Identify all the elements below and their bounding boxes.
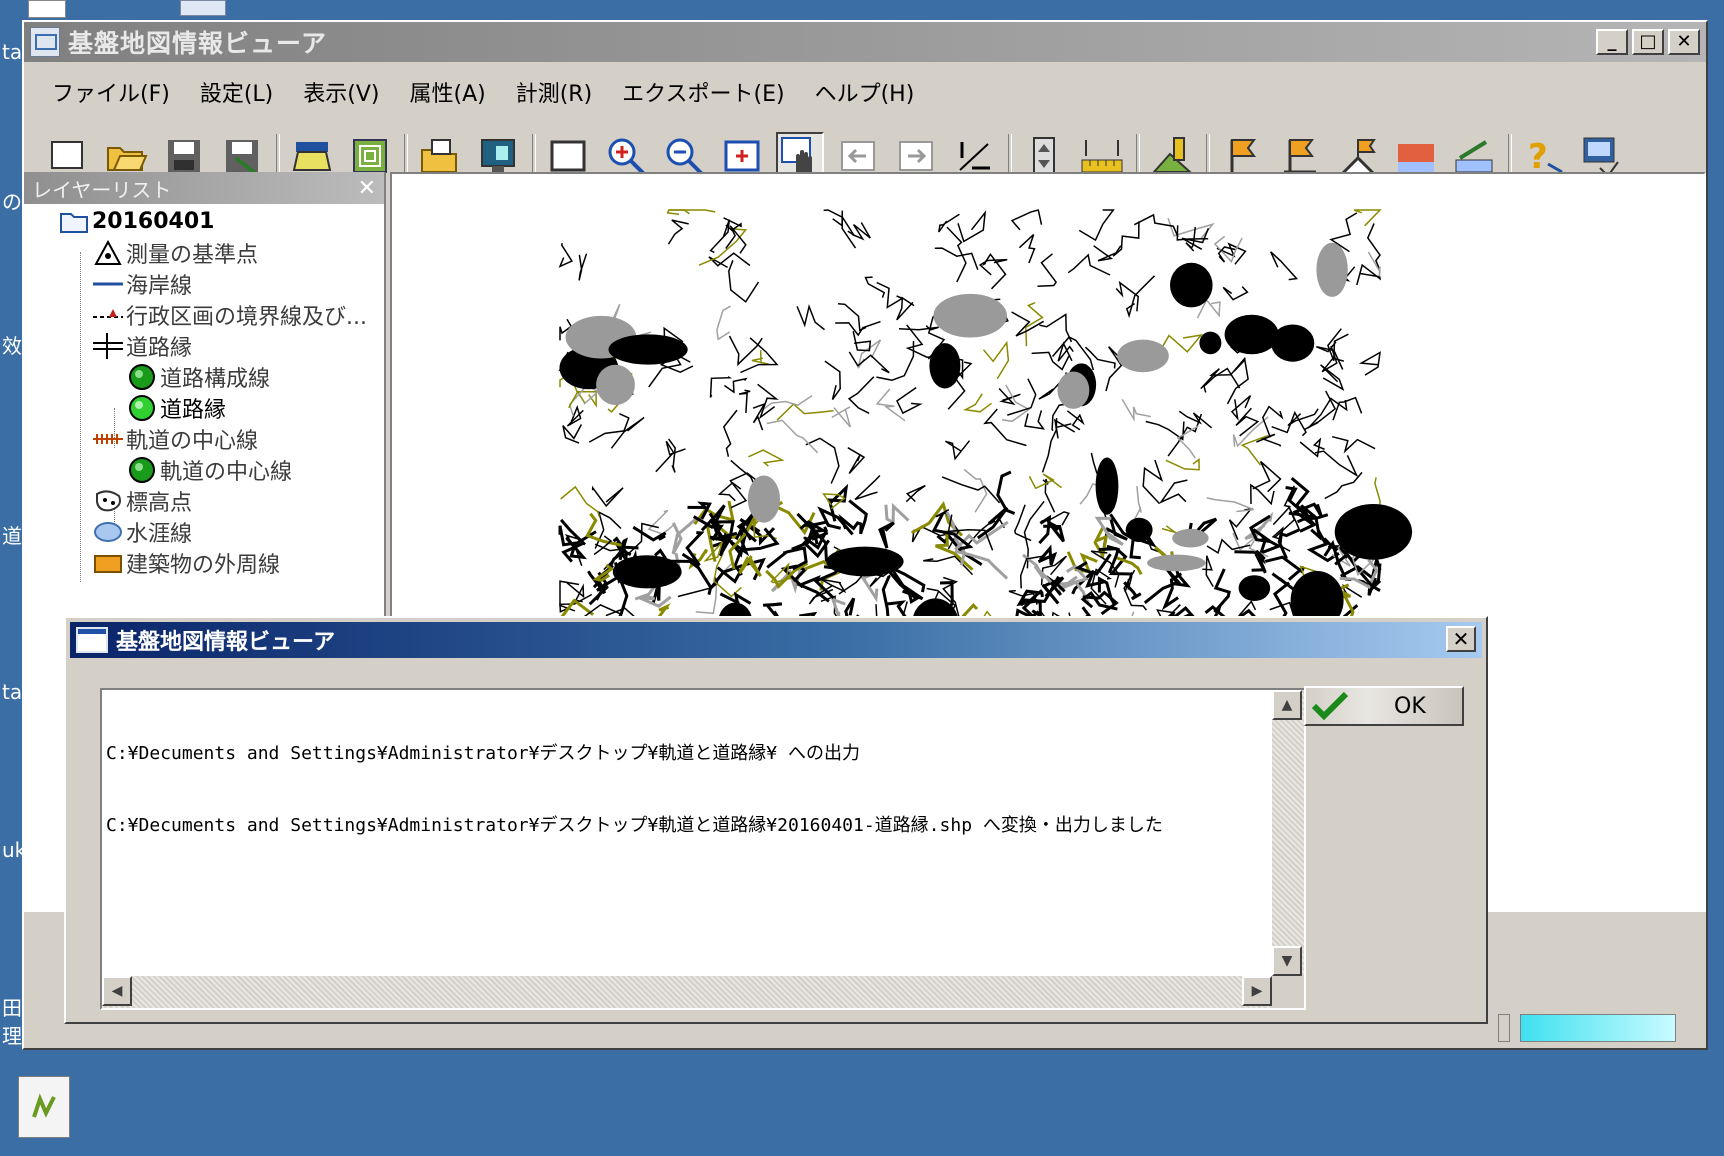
- layer-item[interactable]: 道路縁: [126, 393, 226, 423]
- layer-item[interactable]: 水涯線: [92, 517, 192, 547]
- dialog-message-line: C:¥Decuments and Settings¥Administrator¥…: [106, 815, 1163, 836]
- layer-panel-title: レイヤーリスト: [32, 177, 172, 202]
- layer-item[interactable]: 軌道の中心線: [92, 424, 258, 454]
- waterline-icon: [92, 518, 124, 546]
- desktop-app-icon[interactable]: [18, 1076, 70, 1138]
- dialog-title: 基盤地図情報ビューア: [116, 630, 336, 655]
- menu-export[interactable]: エクスポート(E): [622, 76, 784, 108]
- admin-boundary-icon: [92, 301, 124, 329]
- message-dialog: 基盤地図情報ビューア ✕ C:¥Decuments and Settings¥A…: [64, 616, 1488, 1024]
- dialog-message-lines: C:¥Decuments and Settings¥Administrator¥…: [106, 694, 1270, 886]
- layer-label: 水涯線: [126, 522, 193, 547]
- dialog-close-button[interactable]: ✕: [1446, 626, 1476, 652]
- status-panel: [1498, 1014, 1510, 1042]
- scroll-left-icon[interactable]: ◀: [102, 976, 132, 1006]
- desktop-shortcut-icon[interactable]: [28, 0, 66, 18]
- layer-label: 海岸線: [126, 274, 193, 299]
- survey-point-icon: [92, 239, 124, 267]
- layer-item[interactable]: 標高点: [92, 486, 192, 516]
- layer-label: 軌道の中心線: [126, 429, 259, 454]
- layer-label: 建築物の外周線: [126, 553, 281, 578]
- menu-file[interactable]: ファイル(F): [52, 76, 170, 108]
- layer-item[interactable]: 道路縁: [92, 331, 192, 361]
- menu-help[interactable]: ヘルプ(H): [815, 76, 915, 108]
- layer-panel-header: レイヤーリスト ✕: [24, 172, 384, 204]
- ok-button[interactable]: OK: [1304, 686, 1464, 726]
- layer-root-label: 20160401: [92, 208, 215, 234]
- close-button[interactable]: ✕: [1668, 29, 1700, 55]
- scroll-down-icon[interactable]: ▼: [1272, 946, 1302, 976]
- tree-connector: [80, 252, 81, 582]
- maximize-button[interactable]: □: [1632, 29, 1664, 55]
- coastline-icon: [92, 270, 124, 298]
- desktop-side-strip: ta の 效 道 ta uk 田 理: [0, 0, 26, 1156]
- layer-label: 道路縁: [126, 336, 193, 361]
- desktop-glyph: 理: [2, 1024, 22, 1048]
- main-titlebar[interactable]: 基盤地図情報ビューア _ □ ✕: [24, 22, 1706, 62]
- desktop-glyph: 田: [2, 996, 22, 1020]
- layer-item[interactable]: 道路構成線: [126, 362, 270, 392]
- menu-view[interactable]: 表示(V): [303, 76, 379, 108]
- layer-label: 行政区画の境界線及び...: [126, 305, 367, 330]
- road-edge-icon: [92, 332, 124, 360]
- scroll-right-icon[interactable]: ▶: [1242, 976, 1272, 1006]
- layer-label: 測量の基準点: [126, 243, 259, 268]
- layer-panel-close-icon[interactable]: ✕: [358, 176, 376, 201]
- dialog-titlebar[interactable]: 基盤地図情報ビューア ✕: [70, 622, 1482, 658]
- layer-item[interactable]: 建築物の外周線: [92, 548, 280, 578]
- window-title: 基盤地図情報ビューア: [68, 29, 328, 58]
- layer-label: 標高点: [126, 491, 193, 516]
- menu-attribute[interactable]: 属性(A): [409, 76, 485, 108]
- menu-measure[interactable]: 計測(R): [516, 76, 592, 108]
- railway-icon: [92, 425, 124, 453]
- layer-item[interactable]: 行政区画の境界線及び...: [92, 300, 367, 330]
- layer-label: 軌道の中心線: [160, 460, 293, 485]
- desktop-shortcut-icon[interactable]: [180, 0, 226, 16]
- green-dot-icon: [126, 363, 158, 391]
- desktop-glyph: ta: [2, 40, 23, 64]
- scroll-up-icon[interactable]: ▲: [1272, 690, 1302, 720]
- folder-icon: [58, 207, 90, 235]
- desktop-glyph: ta: [2, 680, 23, 704]
- horizontal-scrollbar[interactable]: ◀ ▶: [102, 976, 1272, 1008]
- app-icon: [30, 27, 60, 57]
- ok-button-label: OK: [1394, 693, 1426, 719]
- building-icon: [92, 549, 124, 577]
- window-icon: [76, 627, 108, 653]
- svg-text:?: ?: [1528, 137, 1548, 177]
- layer-label: 道路構成線: [160, 367, 271, 392]
- elevation-point-icon: [92, 487, 124, 515]
- minimize-button[interactable]: _: [1596, 29, 1628, 55]
- desktop-glyph: 效: [2, 334, 22, 358]
- menubar: ファイル(F) 設定(L) 表示(V) 属性(A) 計測(R) エクスポート(E…: [24, 70, 1706, 114]
- desktop-glyph: 道: [2, 524, 22, 548]
- dialog-message-box[interactable]: C:¥Decuments and Settings¥Administrator¥…: [100, 688, 1306, 1010]
- green-dot-icon: [126, 394, 158, 422]
- layer-item[interactable]: 軌道の中心線: [126, 455, 292, 485]
- menu-settings[interactable]: 設定(L): [200, 76, 273, 108]
- check-icon: [1311, 691, 1349, 721]
- vertical-scrollbar[interactable]: ▲ ▼: [1272, 690, 1304, 976]
- layer-label: 道路縁: [160, 398, 227, 423]
- dialog-message-line: C:¥Decuments and Settings¥Administrator¥…: [106, 743, 860, 764]
- status-progress-bar: [1520, 1014, 1676, 1042]
- layer-item[interactable]: 海岸線: [92, 269, 192, 299]
- green-dot-icon: [126, 456, 158, 484]
- desktop-glyph: の: [2, 190, 22, 214]
- scroll-corner: [1272, 976, 1304, 1008]
- layer-item[interactable]: 測量の基準点: [92, 238, 258, 268]
- layer-root[interactable]: 20160401: [58, 206, 214, 236]
